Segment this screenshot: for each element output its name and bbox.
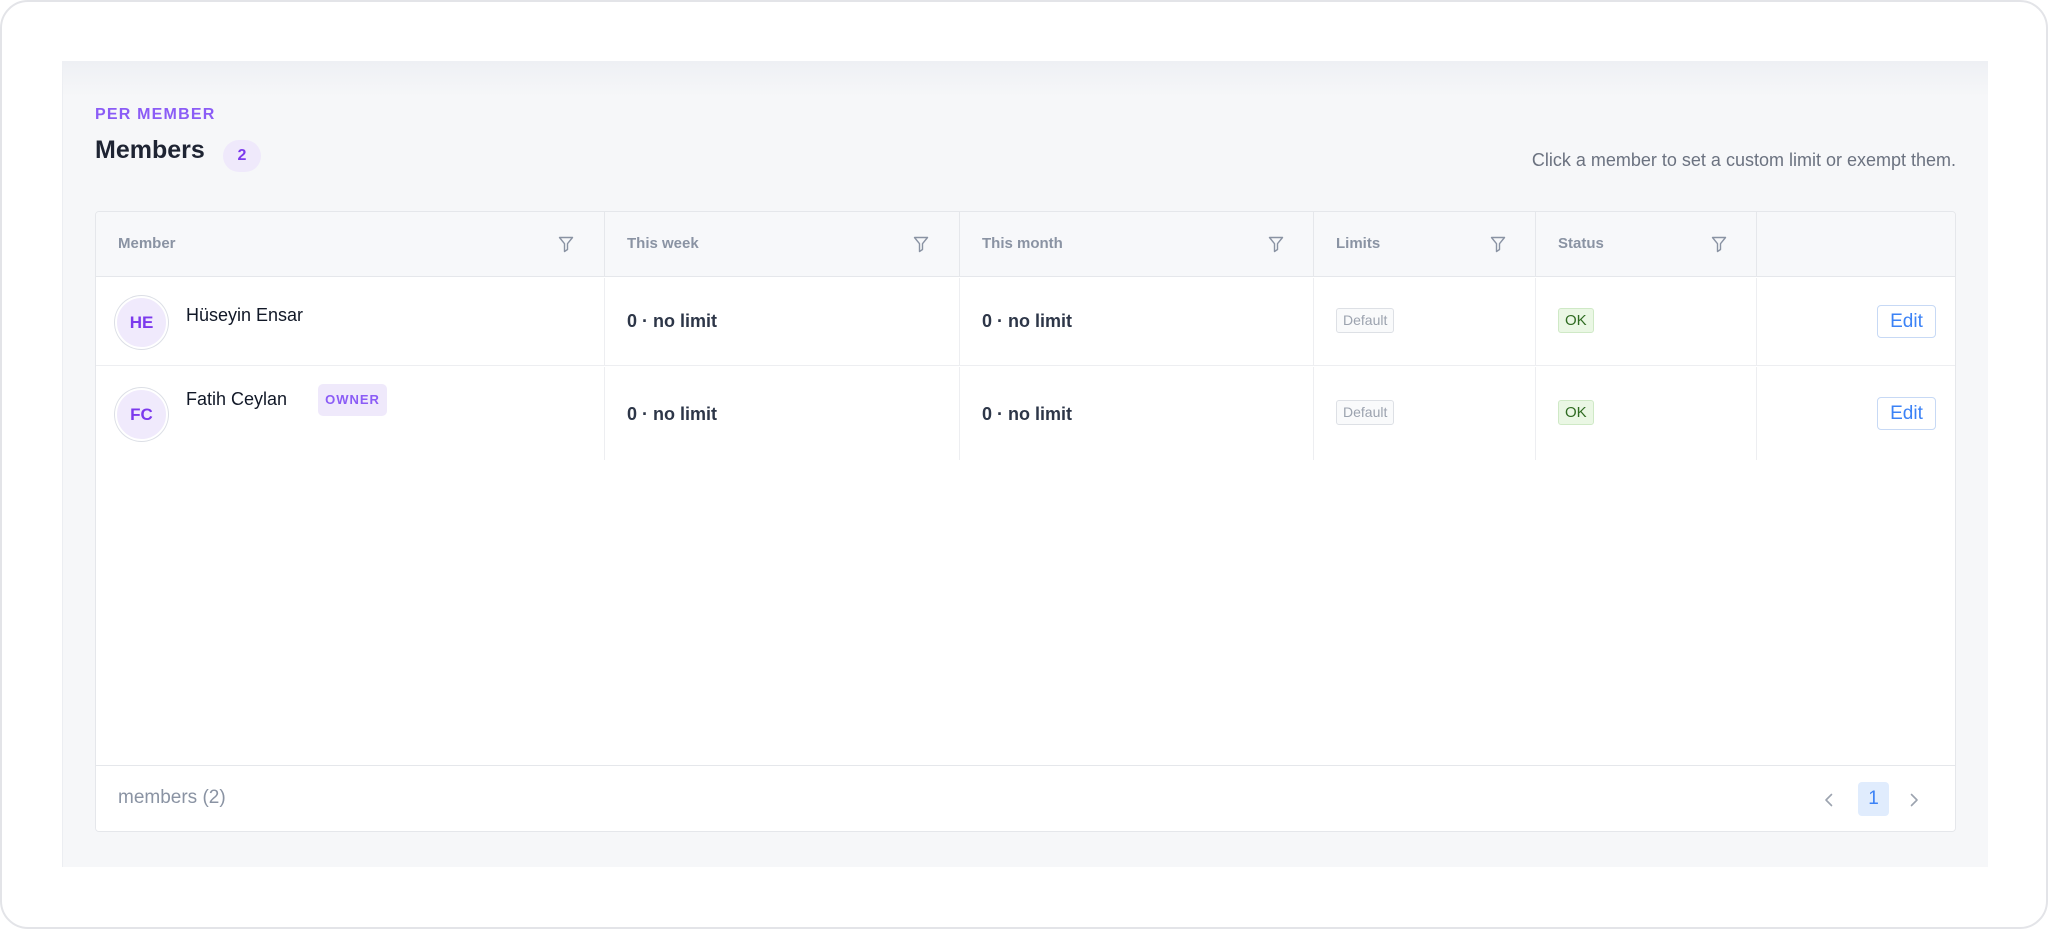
limit-default-tag: Default — [1336, 308, 1395, 333]
column-header-status[interactable]: Status — [1536, 212, 1757, 277]
avatar: HE — [115, 296, 168, 349]
chevron-right-icon[interactable] — [1904, 788, 1924, 812]
column-header-this-month[interactable]: This month — [960, 212, 1314, 277]
usage-value: 0 · no limit — [627, 404, 717, 424]
usage-value: 0 · no limit — [627, 311, 717, 331]
column-label: Status — [1558, 235, 1604, 252]
hint-text: Click a member to set a custom limit or … — [1531, 150, 1956, 170]
column-header-limits[interactable]: Limits — [1314, 212, 1536, 277]
column-label: This month — [982, 235, 1063, 252]
page-number-current[interactable]: 1 — [1858, 782, 1889, 816]
avatar: FC — [115, 388, 168, 441]
filter-icon[interactable] — [1711, 236, 1727, 253]
actions-cell: Edit — [1757, 367, 1955, 460]
page-title: Members — [95, 136, 205, 164]
column-label: This week — [627, 235, 699, 252]
limits-cell: Default — [1314, 367, 1536, 460]
edit-button[interactable]: Edit — [1877, 397, 1936, 430]
section-eyebrow: PER MEMBER — [95, 106, 216, 123]
column-label: Limits — [1336, 235, 1381, 252]
table-row[interactable]: FC Fatih Ceylan OWNER 0 · no limit 0 · n… — [96, 367, 1955, 460]
column-header-actions — [1757, 212, 1955, 277]
table-row[interactable]: HE Hüseyin Ensar 0 · no limit 0 · no lim… — [96, 278, 1955, 366]
member-cell[interactable]: HE Hüseyin Ensar — [96, 278, 605, 365]
column-header-member[interactable]: Member — [96, 212, 605, 277]
status-badge: OK — [1558, 400, 1594, 425]
member-name: Fatih Ceylan — [186, 389, 288, 409]
members-summary: members (2) — [118, 787, 226, 808]
filter-icon[interactable] — [1268, 236, 1284, 253]
edit-button[interactable]: Edit — [1877, 305, 1936, 338]
usage-value: 0 · no limit — [982, 404, 1072, 424]
status-cell: OK — [1536, 367, 1757, 460]
column-header-this-week[interactable]: This week — [605, 212, 960, 277]
table-header: Member This week This month Limits Statu… — [96, 212, 1955, 277]
limits-cell: Default — [1314, 278, 1536, 365]
this-week-cell: 0 · no limit — [605, 278, 960, 365]
status-badge: OK — [1558, 308, 1594, 333]
usage-value: 0 · no limit — [982, 311, 1072, 331]
limit-default-tag: Default — [1336, 400, 1395, 425]
members-table: Member This week This month Limits Statu… — [95, 211, 1956, 832]
table-footer: members (2) 1 — [96, 765, 1955, 831]
chevron-left-icon[interactable] — [1819, 788, 1839, 812]
filter-icon[interactable] — [558, 236, 574, 253]
status-cell: OK — [1536, 278, 1757, 365]
filter-icon[interactable] — [913, 236, 929, 253]
this-week-cell: 0 · no limit — [605, 367, 960, 460]
member-name: Hüseyin Ensar — [186, 305, 304, 325]
owner-badge: OWNER — [318, 384, 387, 416]
column-label: Member — [118, 235, 176, 252]
filter-icon[interactable] — [1490, 236, 1506, 253]
this-month-cell: 0 · no limit — [960, 367, 1314, 460]
this-month-cell: 0 · no limit — [960, 278, 1314, 365]
member-count-badge: 2 — [223, 140, 261, 172]
actions-cell: Edit — [1757, 278, 1955, 365]
member-cell[interactable]: FC Fatih Ceylan OWNER — [96, 367, 605, 460]
